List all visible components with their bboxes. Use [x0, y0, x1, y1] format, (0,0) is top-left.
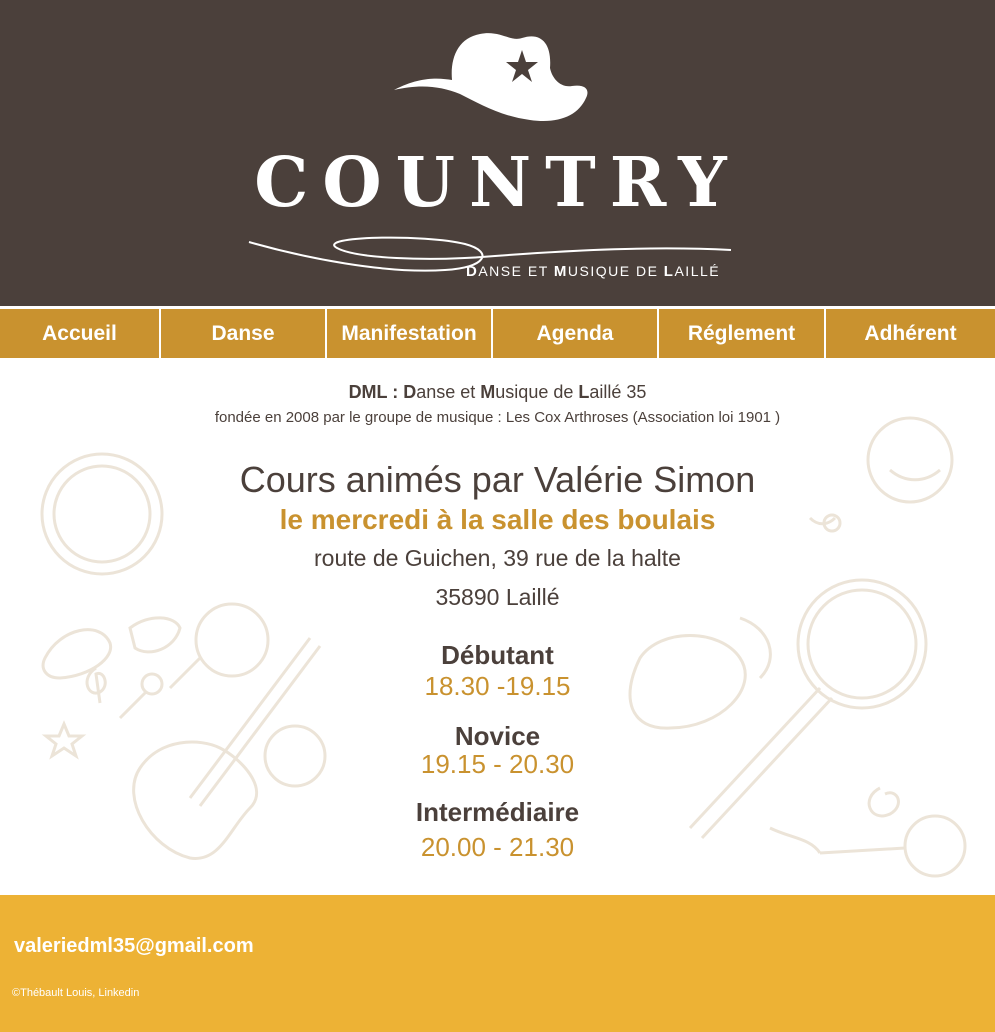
- footer-credit: ©Thébault Louis, Linkedin: [12, 987, 140, 999]
- subtitle-cap-d: D: [466, 263, 479, 280]
- course-address-city: 35890 Laillé: [435, 584, 560, 610]
- intro-cap-l: L: [578, 382, 590, 402]
- intro-text-aille: aillé 35: [589, 382, 647, 402]
- level-time: 19.15 - 20.30: [420, 749, 575, 779]
- level-time: 20.00 - 21.30: [420, 832, 575, 862]
- subtitle-text-2: USIQUE DE: [567, 263, 664, 279]
- course-info: Cours animés par Valérie Simon le mercre…: [0, 458, 995, 616]
- contact-email-link[interactable]: valeriedml35@gmail.com: [14, 935, 254, 958]
- level-item: Débutant 18.30 -19.15: [0, 640, 995, 702]
- main-nav: Accueil Danse Manifestation Agenda Régle…: [0, 309, 995, 358]
- intro-title: DML : Danse et Musique de Laillé 35: [0, 382, 995, 403]
- nav-item-manifestation[interactable]: Manifestation: [327, 309, 493, 358]
- nav-item-adherent[interactable]: Adhérent: [826, 309, 995, 358]
- intro-founded: fondée en 2008 par le groupe de musique …: [214, 409, 781, 426]
- logo-subtitle: DANSE ET MUSIQUE DE LAILLÉ: [466, 263, 726, 280]
- site-header: COUNTRY DANSE ET MUSIQUE DE LAILLÉ: [0, 0, 995, 306]
- nav-item-danse[interactable]: Danse: [161, 309, 327, 358]
- site-footer: valeriedml35@gmail.com ©Thébault Louis, …: [0, 895, 995, 1032]
- main-content: DML : Danse et Musique de Laillé 35 fond…: [0, 358, 995, 895]
- course-teacher: Cours animés par Valérie Simon: [239, 459, 756, 500]
- intro-block: DML : Danse et Musique de Laillé 35 fond…: [0, 382, 995, 426]
- logo-title: COUNTRY: [254, 143, 741, 223]
- level-name: Débutant: [441, 640, 554, 670]
- level-name: Intermédiaire: [415, 797, 580, 827]
- level-name: Novice: [454, 721, 541, 751]
- course-address-street: route de Guichen, 39 rue de la halte: [314, 545, 681, 571]
- subtitle-text-1: ANSE ET: [478, 263, 554, 279]
- subtitle-text-3: AILLÉ: [674, 263, 721, 279]
- level-item: Novice 19.15 - 20.30: [0, 721, 995, 777]
- intro-text-usique: usique de: [495, 382, 579, 402]
- intro-text-anse: anse et: [416, 382, 481, 402]
- level-time: 18.30 -19.15: [424, 671, 571, 701]
- cowboy-hat-icon: [394, 33, 588, 122]
- intro-cap-d: D: [403, 382, 417, 402]
- intro-dml: DML :: [348, 382, 399, 402]
- subtitle-cap-l: L: [663, 263, 675, 280]
- nav-item-accueil[interactable]: Accueil: [0, 309, 161, 358]
- nav-item-reglement[interactable]: Réglement: [659, 309, 826, 358]
- intro-cap-m: M: [480, 382, 496, 402]
- levels-list: Débutant 18.30 -19.15 Novice 19.15 - 20.…: [0, 640, 995, 863]
- level-item: Intermédiaire 20.00 - 21.30: [0, 797, 995, 863]
- subtitle-cap-m: M: [553, 263, 568, 280]
- course-when-where: le mercredi à la salle des boulais: [279, 504, 716, 535]
- nav-item-agenda[interactable]: Agenda: [493, 309, 659, 358]
